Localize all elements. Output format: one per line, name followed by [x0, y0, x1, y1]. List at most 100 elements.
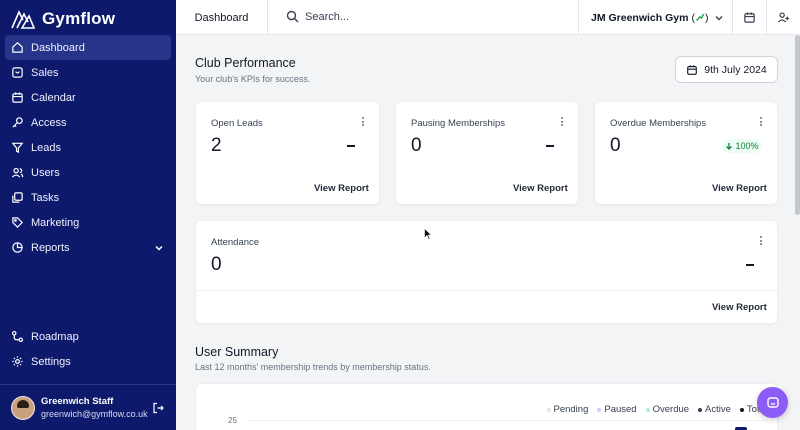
chat-icon: [766, 396, 779, 408]
sidebar-item-access[interactable]: Access: [5, 110, 171, 135]
sidebar-item-dashboard[interactable]: Dashboard: [5, 35, 171, 60]
sidebar-item-settings[interactable]: Settings: [5, 349, 171, 374]
arrow-down-icon: [726, 143, 733, 150]
tab-dashboard[interactable]: Dashboard: [176, 0, 268, 35]
calendar-icon: [744, 12, 755, 23]
topbar: Dashboard Search... JM Greenwich Gym (): [176, 0, 800, 35]
sidebar-item-calendar[interactable]: Calendar: [5, 85, 171, 110]
sidebar-item-label: Leads: [31, 141, 61, 154]
avatar: [11, 395, 35, 420]
more-options-icon[interactable]: [759, 236, 763, 247]
mouse-cursor-icon: [424, 228, 432, 240]
brand-name: Gymflow: [42, 9, 116, 28]
change-value: 100%: [735, 141, 759, 151]
sidebar-item-label: Reports: [31, 241, 70, 254]
filter-icon: [11, 141, 24, 154]
main-content: Club Performance Your club's KPIs for su…: [176, 35, 800, 430]
brand[interactable]: Gymflow: [10, 7, 115, 31]
chevron-down-icon: [715, 16, 723, 21]
sidebar-item-label: Sales: [31, 66, 59, 79]
legend-label: Overdue: [652, 404, 690, 415]
sidebar-item-label: Access: [31, 116, 67, 129]
key-icon: [11, 116, 24, 129]
club-performance-subtitle: Your club's KPIs for success.: [195, 74, 311, 84]
sidebar-item-marketing[interactable]: Marketing: [5, 210, 171, 235]
calendar-icon: [687, 64, 698, 75]
chevron-down-icon: [155, 245, 163, 251]
date-picker-button[interactable]: 9th July 2024: [675, 56, 778, 83]
sidebar-item-label: Calendar: [31, 91, 76, 104]
grid-line: [246, 420, 767, 421]
card-value: 0: [211, 254, 222, 275]
no-change-indicator: [746, 264, 754, 266]
gear-icon: [11, 355, 24, 368]
card-label: Attendance: [211, 237, 260, 248]
sidebar-item-label: Users: [31, 166, 60, 179]
user-summary-subtitle: Last 12 months' membership trends by mem…: [195, 362, 431, 372]
gym-selector[interactable]: JM Greenwich Gym (): [578, 0, 732, 35]
legend-dot: [645, 407, 650, 412]
gym-name: JM Greenwich Gym: [591, 11, 689, 24]
more-options-icon[interactable]: [361, 117, 365, 128]
legend-item-pending[interactable]: Pending: [546, 404, 588, 415]
add-user-button[interactable]: [766, 0, 800, 35]
no-change-indicator: [347, 145, 355, 147]
card-label: Pausing Memberships: [411, 118, 505, 129]
legend-item-overdue[interactable]: Overdue: [645, 404, 690, 415]
kpi-card-pausing-memberships: Pausing Memberships 0 View Report: [395, 101, 579, 205]
kpi-card-overdue-memberships: Overdue Memberships 0 100% View Report: [594, 101, 778, 205]
view-report-link[interactable]: View Report: [314, 183, 369, 194]
logout-icon[interactable]: [152, 402, 164, 414]
pie-chart-icon: [11, 241, 24, 254]
scrollbar[interactable]: [795, 35, 800, 215]
legend-item-active[interactable]: Active: [698, 404, 731, 415]
chat-button[interactable]: [757, 387, 788, 418]
club-performance-title: Club Performance: [195, 56, 296, 70]
more-options-icon[interactable]: [560, 117, 564, 128]
date-label: 9th July 2024: [704, 63, 767, 76]
sidebar-item-users[interactable]: Users: [5, 160, 171, 185]
sidebar-item-label: Dashboard: [31, 41, 85, 54]
tag-icon: [11, 216, 24, 229]
chart-legend: Pending Paused Overdue Active Total: [546, 404, 767, 415]
sidebar-item-leads[interactable]: Leads: [5, 135, 171, 160]
sidebar-item-reports[interactable]: Reports: [5, 235, 171, 260]
sidebar-item-roadmap[interactable]: Roadmap: [5, 324, 171, 349]
sidebar-bottom-nav: Roadmap Settings: [5, 324, 171, 374]
divider: [196, 290, 777, 291]
view-report-link[interactable]: View Report: [712, 302, 767, 313]
add-user-icon: [777, 12, 790, 23]
view-report-link[interactable]: View Report: [712, 183, 767, 194]
gym-status-icon: (): [691, 11, 709, 24]
user-profile[interactable]: Greenwich Staff greenwich@gymflow.co.uk: [0, 384, 176, 430]
calendar-icon: [11, 91, 24, 104]
legend-label: Active: [705, 404, 731, 415]
view-report-link[interactable]: View Report: [513, 183, 568, 194]
search-placeholder: Search...: [305, 10, 350, 23]
card-label: Overdue Memberships: [610, 118, 707, 129]
card-value: 0: [411, 135, 422, 156]
gymflow-logo-icon: [11, 10, 36, 29]
roadmap-icon: [11, 330, 24, 343]
sidebar-item-sales[interactable]: Sales: [5, 60, 171, 85]
calendar-button[interactable]: [732, 0, 766, 35]
no-change-indicator: [546, 145, 554, 147]
sidebar: Gymflow Dashboard Sales Calendar Access …: [0, 0, 176, 430]
sidebar-item-label: Tasks: [31, 191, 60, 204]
sales-icon: [11, 66, 24, 79]
card-value: 0: [610, 135, 621, 156]
more-options-icon[interactable]: [759, 117, 763, 128]
search-bar[interactable]: Search...: [286, 10, 349, 23]
legend-item-paused[interactable]: Paused: [597, 404, 637, 415]
sidebar-nav: Dashboard Sales Calendar Access Leads Us…: [5, 35, 171, 260]
sidebar-item-label: Roadmap: [31, 330, 79, 343]
legend-dot: [597, 407, 602, 412]
sidebar-item-tasks[interactable]: Tasks: [5, 185, 171, 210]
y-axis-tick: 25: [228, 416, 237, 425]
search-icon: [286, 10, 299, 23]
attendance-card: Attendance 0 View Report: [195, 220, 778, 324]
change-badge: 100%: [722, 139, 762, 153]
legend-label: Paused: [604, 404, 637, 415]
sidebar-item-label: Marketing: [31, 216, 80, 229]
kpi-card-open-leads: Open Leads 2 View Report: [195, 101, 380, 205]
